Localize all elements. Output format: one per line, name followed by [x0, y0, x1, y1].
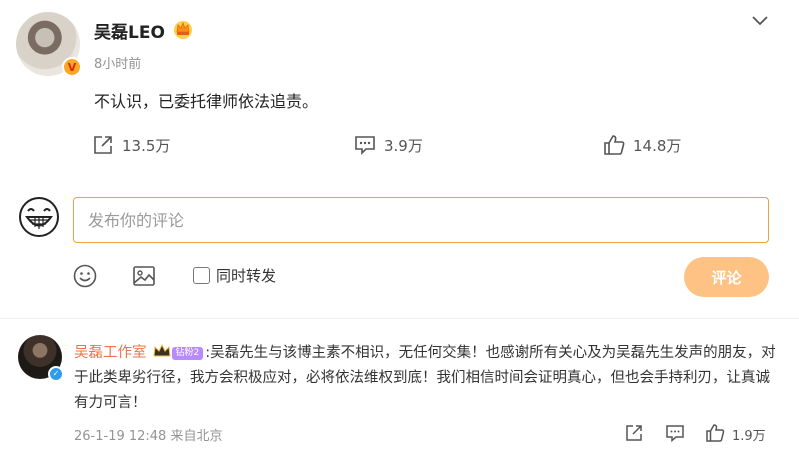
image-icon[interactable]: [131, 263, 157, 289]
repost-label[interactable]: 同时转发: [216, 265, 276, 286]
emoji-icon[interactable]: [72, 263, 98, 289]
like-count: 14.8万: [633, 136, 682, 155]
chevron-down-icon[interactable]: [750, 14, 770, 28]
commenter-username[interactable]: 吴磊工作室: [74, 345, 147, 361]
verified-icon: ✓: [48, 366, 64, 382]
like-icon[interactable]: [705, 423, 725, 443]
current-user-avatar: [19, 197, 59, 237]
author-username[interactable]: 吴磊LEO: [94, 18, 165, 43]
submit-comment-button[interactable]: 评论: [684, 257, 769, 297]
share-icon: [94, 136, 112, 154]
post-time[interactable]: 8小时前: [94, 53, 141, 72]
comment-icon[interactable]: [665, 423, 685, 443]
comment-count: 3.9万: [384, 136, 423, 155]
comment-body: 吴磊工作室 钻粉2:吴磊先生与该博主素不相识，无任何交集！也感谢所有关心及为吴磊先…: [74, 341, 780, 416]
crown-icon: [174, 21, 192, 39]
comment-button[interactable]: 3.9万: [354, 133, 423, 157]
share-button[interactable]: 13.5万: [92, 133, 170, 157]
like-icon: [604, 135, 625, 155]
crown-icon: [152, 344, 171, 357]
comment-meta: 26-1-19 12:48 来自北京: [74, 429, 223, 444]
like-button[interactable]: 14.8万: [603, 133, 681, 157]
post-text: 不认识，已委托律师依法追责。: [94, 92, 319, 111]
comment-like-count: 1.9万: [732, 429, 766, 444]
verified-icon: V: [62, 57, 82, 77]
divider: [0, 318, 799, 319]
fan-level-badge: 钻粉2: [171, 347, 204, 360]
comment-input[interactable]: [73, 197, 769, 243]
share-count: 13.5万: [122, 136, 171, 155]
comment-icon: [355, 136, 375, 155]
repost-checkbox[interactable]: [193, 267, 210, 284]
share-icon[interactable]: [624, 423, 644, 443]
